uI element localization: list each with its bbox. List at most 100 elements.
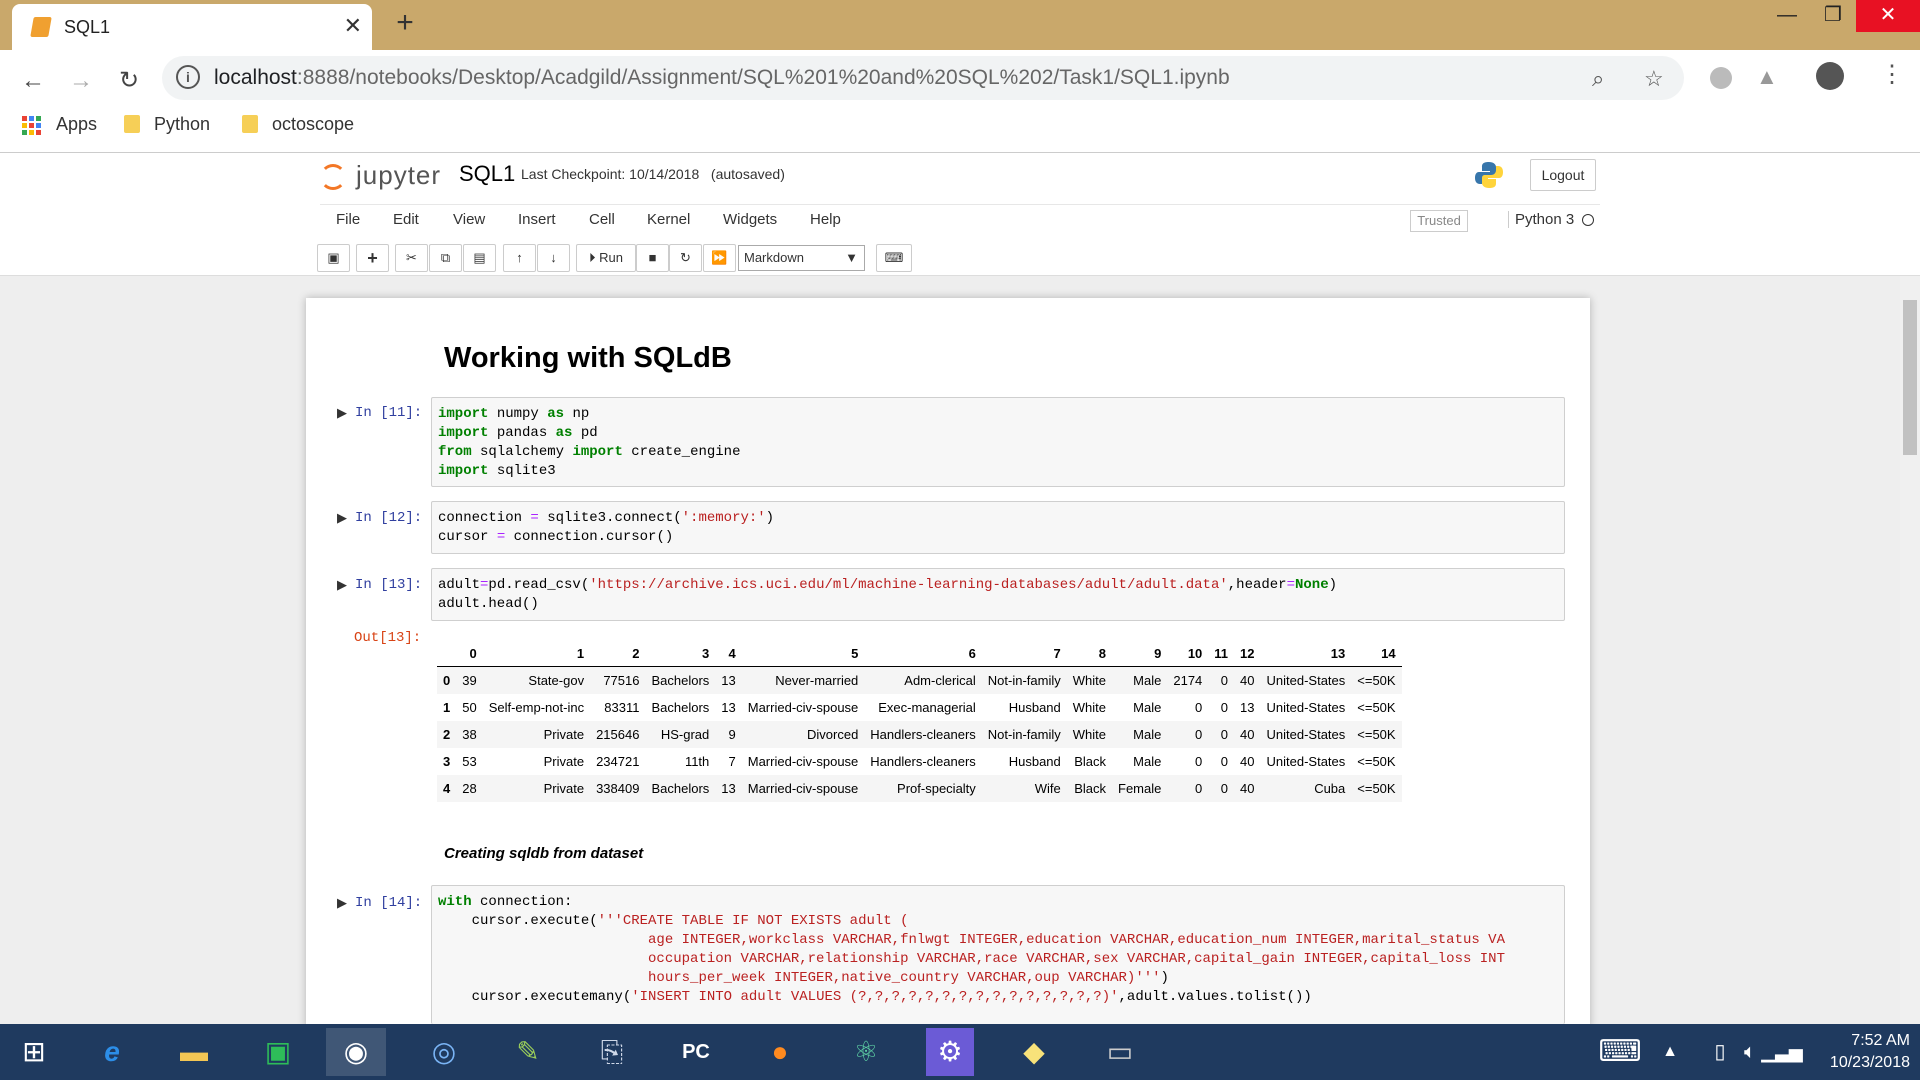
- scrollbar-thumb[interactable]: [1903, 300, 1917, 455]
- extension-icon[interactable]: [1710, 67, 1732, 89]
- store-icon[interactable]: ▣: [248, 1028, 308, 1076]
- menu-dots-icon[interactable]: ⋮: [1880, 60, 1904, 89]
- table-cell: Never-married: [775, 672, 859, 688]
- logout-button[interactable]: Logout: [1530, 159, 1596, 191]
- table-cell: 11th: [684, 753, 710, 769]
- table-cell: 83311: [604, 699, 640, 715]
- run-button[interactable]: ⏵ Run: [576, 244, 636, 272]
- menu-help[interactable]: Help: [810, 211, 841, 228]
- minimize-icon[interactable]: —: [1764, 0, 1810, 32]
- table-cell: Adm-clerical: [904, 672, 976, 688]
- menu-insert[interactable]: Insert: [518, 211, 556, 228]
- table-row: 4 28 Private 338409 Bachelors 13 Married…: [437, 774, 1402, 802]
- table-cell: Not-in-family: [987, 672, 1061, 688]
- table-cell: Private: [543, 753, 585, 769]
- code-cell-input[interactable]: import numpy as np import pandas as pd f…: [431, 397, 1565, 487]
- table-cell: United-States: [1266, 699, 1346, 715]
- internet-explorer-icon[interactable]: e: [82, 1028, 142, 1076]
- windows-start-icon[interactable]: ⊞: [4, 1028, 64, 1076]
- new-tab-button[interactable]: +: [390, 6, 420, 40]
- atom-icon[interactable]: ⚛: [836, 1028, 896, 1076]
- stop-icon[interactable]: ■: [636, 244, 669, 272]
- chrome-icon[interactable]: ◉: [326, 1028, 386, 1076]
- pycharm-icon[interactable]: PC: [666, 1028, 726, 1076]
- menu-widgets[interactable]: Widgets: [723, 211, 777, 228]
- restore-icon[interactable]: ❐: [1810, 0, 1856, 32]
- bookmark-apps[interactable]: Apps: [56, 114, 97, 135]
- window-close-icon[interactable]: ✕: [1856, 0, 1920, 32]
- system-clock[interactable]: 7:52 AM 10/23/2018: [1780, 1030, 1910, 1074]
- file-explorer-icon[interactable]: ▬: [164, 1028, 224, 1076]
- apps-grid-icon[interactable]: [22, 116, 42, 136]
- firefox-icon[interactable]: ●: [750, 1028, 810, 1076]
- menu-edit[interactable]: Edit: [393, 211, 419, 228]
- url-text[interactable]: localhost:8888/notebooks/Desktop/Acadgil…: [214, 66, 1230, 90]
- bookmark-python[interactable]: Python: [124, 114, 210, 135]
- jupyter-logo[interactable]: jupyter: [320, 160, 441, 191]
- move-down-icon[interactable]: ↓: [537, 244, 570, 272]
- menu-kernel[interactable]: Kernel: [647, 211, 690, 228]
- table-cell: 13: [721, 699, 736, 715]
- keyboard-icon[interactable]: ⌨: [876, 244, 912, 272]
- tab-title: SQL1: [64, 17, 111, 37]
- column-header: 6: [864, 641, 982, 667]
- fast-forward-icon[interactable]: ⏩: [703, 244, 736, 272]
- cell-type-select[interactable]: Markdown ▼: [738, 245, 865, 271]
- table-cell: White: [1072, 726, 1106, 742]
- table-cell: 40: [1240, 672, 1255, 688]
- terminal-icon[interactable]: ▭: [1090, 1028, 1150, 1076]
- forward-arrow-icon[interactable]: →: [64, 64, 98, 98]
- back-arrow-icon[interactable]: ←: [16, 64, 50, 98]
- address-bar[interactable]: i localhost:8888/notebooks/Desktop/Acadg…: [162, 56, 1684, 100]
- run-cell-icon[interactable]: ▶: [337, 577, 347, 593]
- browser-tab[interactable]: SQL1 ✕: [12, 4, 372, 50]
- bookmark-star-icon[interactable]: ☆: [1644, 66, 1664, 92]
- reload-icon[interactable]: ↻: [112, 64, 146, 98]
- restart-icon[interactable]: ↻: [669, 244, 702, 272]
- code-cell-input[interactable]: connection = sqlite3.connect(':memory:')…: [431, 501, 1565, 554]
- add-cell-icon[interactable]: +: [356, 244, 389, 272]
- cut-icon[interactable]: ✂: [395, 244, 428, 272]
- run-cell-icon[interactable]: ▶: [337, 405, 347, 421]
- paste-icon[interactable]: ▤: [463, 244, 496, 272]
- table-cell: Private: [543, 780, 585, 796]
- table-cell: State-gov: [528, 672, 585, 688]
- table-cell: Prof-specialty: [897, 780, 976, 796]
- notebook-name[interactable]: SQL1: [459, 161, 515, 187]
- table-cell: 9: [728, 726, 736, 742]
- row-index: 0: [443, 672, 451, 688]
- move-up-icon[interactable]: ↑: [503, 244, 536, 272]
- zoom-icon[interactable]: ⌕: [1592, 66, 1604, 92]
- run-cell-icon[interactable]: ▶: [337, 895, 347, 911]
- notepad-icon[interactable]: ✎: [498, 1028, 558, 1076]
- chrome-alt-icon[interactable]: ◎: [414, 1028, 474, 1076]
- jupyter-logo-icon: [320, 164, 346, 190]
- save-icon[interactable]: ▣: [317, 244, 350, 272]
- trusted-indicator[interactable]: Trusted: [1410, 210, 1468, 232]
- network-app-icon[interactable]: ⎘: [582, 1028, 642, 1076]
- profile-avatar-icon[interactable]: [1816, 62, 1844, 90]
- close-tab-icon[interactable]: ✕: [344, 13, 362, 39]
- table-cell: Private: [543, 726, 585, 742]
- settings-gear-icon[interactable]: ⚙: [926, 1028, 974, 1076]
- table-cell: 0: [1220, 780, 1229, 796]
- bookmark-octoscope[interactable]: octoscope: [242, 114, 354, 135]
- info-icon[interactable]: i: [176, 65, 200, 89]
- table-cell: <=50K: [1357, 780, 1396, 796]
- table-cell: 28: [462, 780, 477, 796]
- drive-icon[interactable]: ▲: [1756, 64, 1778, 90]
- menu-cell[interactable]: Cell: [589, 211, 615, 228]
- table-cell: Male: [1133, 753, 1162, 769]
- menu-file[interactable]: File: [336, 211, 360, 228]
- table-cell: <=50K: [1357, 726, 1396, 742]
- column-header: 9: [1112, 641, 1168, 667]
- code-cell-input[interactable]: adult=pd.read_csv('https://archive.ics.u…: [431, 568, 1565, 621]
- code-cell-input[interactable]: with connection: cursor.execute('''CREAT…: [431, 885, 1565, 1024]
- kernel-name[interactable]: Python 3: [1508, 211, 1574, 228]
- copy-icon[interactable]: ⧉: [429, 244, 462, 272]
- menu-view[interactable]: View: [453, 211, 485, 228]
- column-header: 11: [1208, 641, 1235, 667]
- run-cell-icon[interactable]: ▶: [337, 510, 347, 526]
- table-cell: 13: [721, 780, 736, 796]
- sticky-notes-icon[interactable]: ◆: [1004, 1028, 1064, 1076]
